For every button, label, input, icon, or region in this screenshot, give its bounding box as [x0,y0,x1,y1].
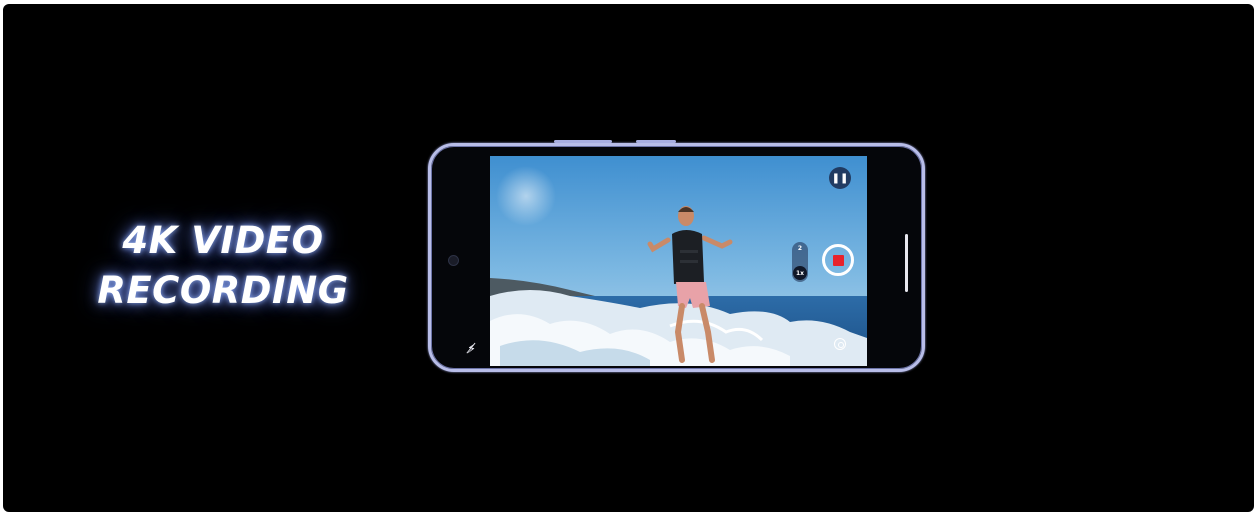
stop-icon [832,254,844,266]
surfing-scene [490,156,867,366]
phone-device: ⚡̸ ❚❚ 2 1x [428,140,925,372]
power-button [636,140,676,143]
zoom-option-1x[interactable]: 1x [793,266,807,280]
pause-icon: ❚❚ [831,172,849,184]
headline-line-1: 4K VIDEO [122,219,324,262]
flash-off-icon[interactable]: ⚡̸ [467,342,476,357]
volume-button [554,140,612,143]
promo-headline: 4K VIDEO RECORDING [63,216,383,316]
stop-recording-button[interactable] [822,244,854,276]
zoom-option-2x[interactable]: 2 [792,245,808,252]
headline-line-2: RECORDING [97,269,349,312]
promo-stage: 4K VIDEO RECORDING ⚡̸ ❚❚ 2 1x [3,4,1254,512]
zoom-selector[interactable]: 2 1x [792,242,808,282]
pause-button[interactable]: ❚❚ [829,167,851,189]
gesture-bar[interactable] [905,234,908,292]
front-camera [448,255,459,266]
camera-viewfinder: ❚❚ 2 1x [490,156,867,366]
switch-camera-icon[interactable] [834,338,846,350]
